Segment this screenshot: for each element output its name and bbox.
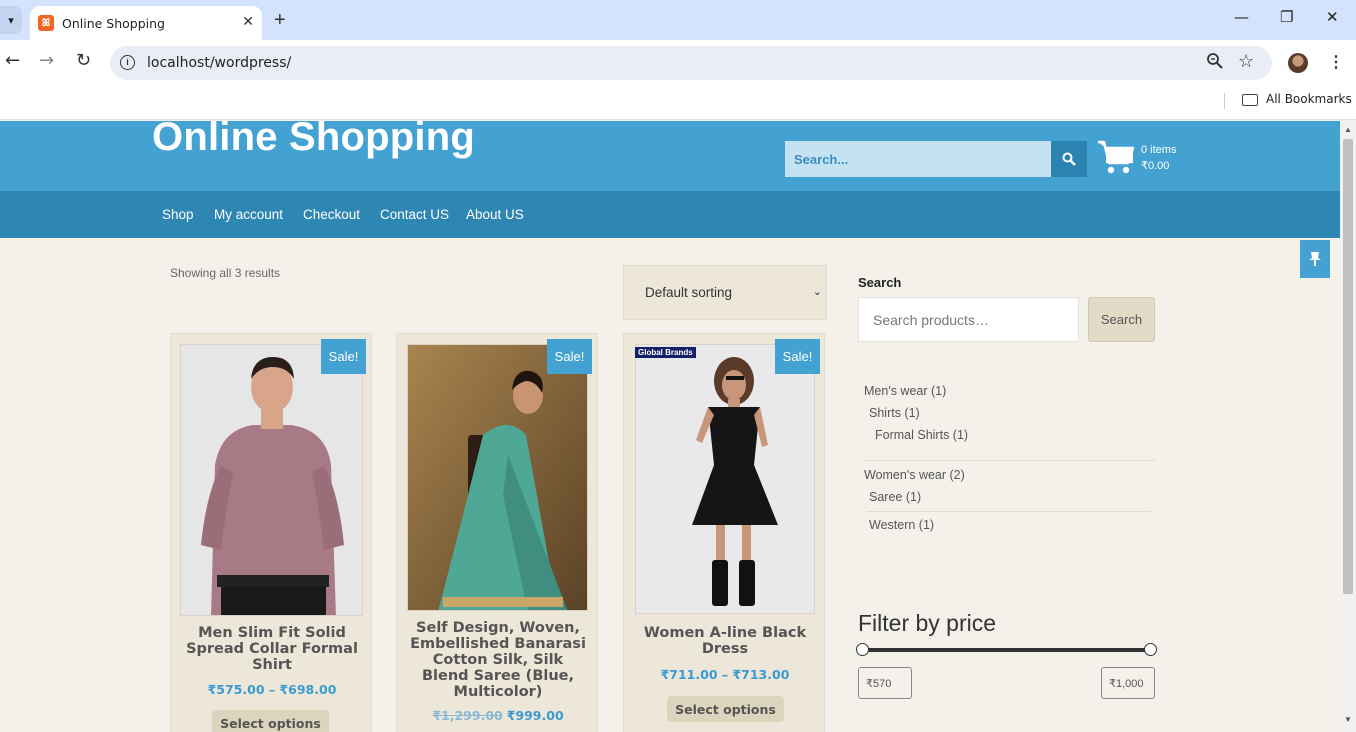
site-title[interactable]: Online Shopping	[152, 121, 475, 160]
site-info-icon[interactable]: i	[120, 55, 135, 70]
product-name[interactable]: Women A-line Black Dress	[636, 625, 814, 657]
header-search-button[interactable]	[1051, 141, 1087, 177]
select-options-button[interactable]: Select options	[212, 710, 329, 732]
product-card-dress[interactable]: Global Brands Sale! Women A-line Black D…	[623, 333, 825, 732]
scroll-down-arrow-icon[interactable]: ▼	[1344, 715, 1352, 724]
price-slider-track[interactable]	[862, 648, 1150, 652]
web-page: Online Shopping Search... 0 items ₹0.00 …	[0, 121, 1340, 732]
browser-toolbar: ← → ↻ i localhost/wordpress/ ☆ ⋮	[0, 40, 1356, 86]
min-price-field[interactable]: ₹570	[858, 667, 912, 699]
sort-selected-value: Default sorting	[645, 285, 733, 300]
max-price-field[interactable]: ₹1,000	[1101, 667, 1155, 699]
category-mens-wear[interactable]: Men's wear (1)	[864, 384, 946, 398]
nav-my-account[interactable]: My account	[214, 207, 283, 222]
reload-icon[interactable]: ↻	[76, 50, 91, 71]
product-card-shirt[interactable]: Sale! Men Slim Fit Solid Spread Collar F…	[170, 333, 372, 732]
forward-arrow-icon[interactable]: →	[39, 50, 54, 71]
price-slider-min-handle[interactable]	[856, 643, 869, 656]
category-divider	[866, 511, 1151, 512]
shirt-model-image	[181, 345, 362, 615]
folder-icon	[1242, 94, 1258, 106]
product-image-saree[interactable]	[407, 344, 588, 611]
filter-by-price-heading: Filter by price	[858, 610, 997, 636]
browser-menu-icon[interactable]: ⋮	[1328, 52, 1344, 72]
browser-tab-bar: ▾ ꕤ Online Shopping ✕ + — ❐ ✕	[0, 0, 1356, 40]
search-icon	[1062, 152, 1076, 166]
category-formal-shirts[interactable]: Formal Shirts (1)	[875, 428, 968, 442]
sale-badge: Sale!	[321, 339, 366, 374]
select-options-button[interactable]: Select options	[667, 696, 784, 722]
product-price: ₹575.00 – ₹698.00	[207, 682, 337, 697]
product-image-dress[interactable]	[635, 344, 815, 614]
product-sale-price: ₹999.00	[506, 708, 564, 723]
nav-shop[interactable]: Shop	[162, 207, 194, 222]
page-scrollbar[interactable]: ▲ ▼	[1340, 121, 1356, 732]
sale-badge: Sale!	[547, 339, 592, 374]
product-name[interactable]: Self Design, Woven, Embellished Banarasi…	[409, 620, 587, 700]
bookmark-star-icon[interactable]: ☆	[1238, 51, 1254, 72]
cart-item-count[interactable]: 0 items	[1141, 144, 1176, 156]
cart-icon[interactable]	[1097, 139, 1135, 175]
nav-about-us[interactable]: About US	[466, 207, 524, 222]
sort-dropdown[interactable]: Default sorting ⌄	[623, 265, 827, 320]
nav-checkout[interactable]: Checkout	[303, 207, 360, 222]
tab-title: Online Shopping	[62, 15, 165, 31]
price-slider-max-handle[interactable]	[1144, 643, 1157, 656]
chevron-down-icon: ⌄	[812, 286, 822, 298]
brand-badge: Global Brands	[635, 347, 696, 358]
dress-model-image	[636, 345, 814, 613]
scroll-thumb[interactable]	[1343, 139, 1353, 594]
product-search-button[interactable]: Search	[1088, 297, 1155, 342]
product-image-shirt[interactable]	[180, 344, 363, 616]
tab-search-chevron-icon[interactable]: ▾	[0, 6, 22, 34]
category-shirts[interactable]: Shirts (1)	[869, 406, 920, 420]
result-count: Showing all 3 results	[170, 266, 281, 280]
scroll-up-arrow-icon[interactable]: ▲	[1344, 125, 1352, 134]
new-tab-plus-icon[interactable]: +	[274, 9, 286, 32]
browser-tab[interactable]: ꕤ Online Shopping ✕	[30, 6, 262, 40]
product-card-saree[interactable]: Sale! Self Design, Woven, Embellished Ba…	[396, 333, 598, 732]
site-header: Online Shopping Search... 0 items ₹0.00	[0, 121, 1340, 191]
primary-navigation: Shop My account Checkout Contact US Abou…	[0, 191, 1340, 238]
sidebar-search-heading: Search	[858, 275, 902, 290]
all-bookmarks-link[interactable]: All Bookmarks	[1266, 92, 1352, 106]
minimize-icon[interactable]: —	[1234, 8, 1249, 26]
product-price: ₹711.00 – ₹713.00	[660, 667, 790, 682]
window-close-icon[interactable]: ✕	[1326, 8, 1339, 26]
zoom-icon[interactable]	[1206, 52, 1224, 75]
bookmarks-bar: All Bookmarks	[0, 86, 1356, 120]
product-price: ₹1,299.00 ₹999.00	[397, 708, 599, 723]
address-bar[interactable]: i localhost/wordpress/ ☆	[110, 46, 1272, 80]
pin-icon	[1309, 252, 1321, 266]
saree-model-image	[408, 345, 587, 610]
bookmarks-divider	[1224, 93, 1225, 109]
product-old-price: ₹1,299.00	[432, 708, 503, 723]
category-western[interactable]: Western (1)	[869, 518, 934, 532]
xampp-favicon-icon: ꕤ	[38, 15, 54, 31]
cart-total[interactable]: ₹0.00	[1141, 159, 1169, 172]
header-search-input[interactable]: Search...	[785, 141, 1051, 177]
nav-contact-us[interactable]: Contact US	[380, 207, 449, 222]
category-divider	[863, 460, 1155, 461]
url-text: localhost/wordpress/	[147, 55, 292, 71]
product-name[interactable]: Men Slim Fit Solid Spread Collar Formal …	[183, 625, 361, 673]
sale-badge: Sale!	[775, 339, 820, 374]
tab-close-icon[interactable]: ✕	[242, 13, 254, 30]
category-womens-wear[interactable]: Women's wear (2)	[864, 468, 965, 482]
profile-avatar[interactable]	[1288, 53, 1308, 73]
back-arrow-icon[interactable]: ←	[5, 50, 20, 71]
pin-tab-button[interactable]	[1300, 240, 1330, 278]
category-saree[interactable]: Saree (1)	[869, 490, 921, 504]
product-search-input[interactable]: Search products…	[858, 297, 1079, 342]
restore-icon[interactable]: ❐	[1280, 8, 1293, 26]
